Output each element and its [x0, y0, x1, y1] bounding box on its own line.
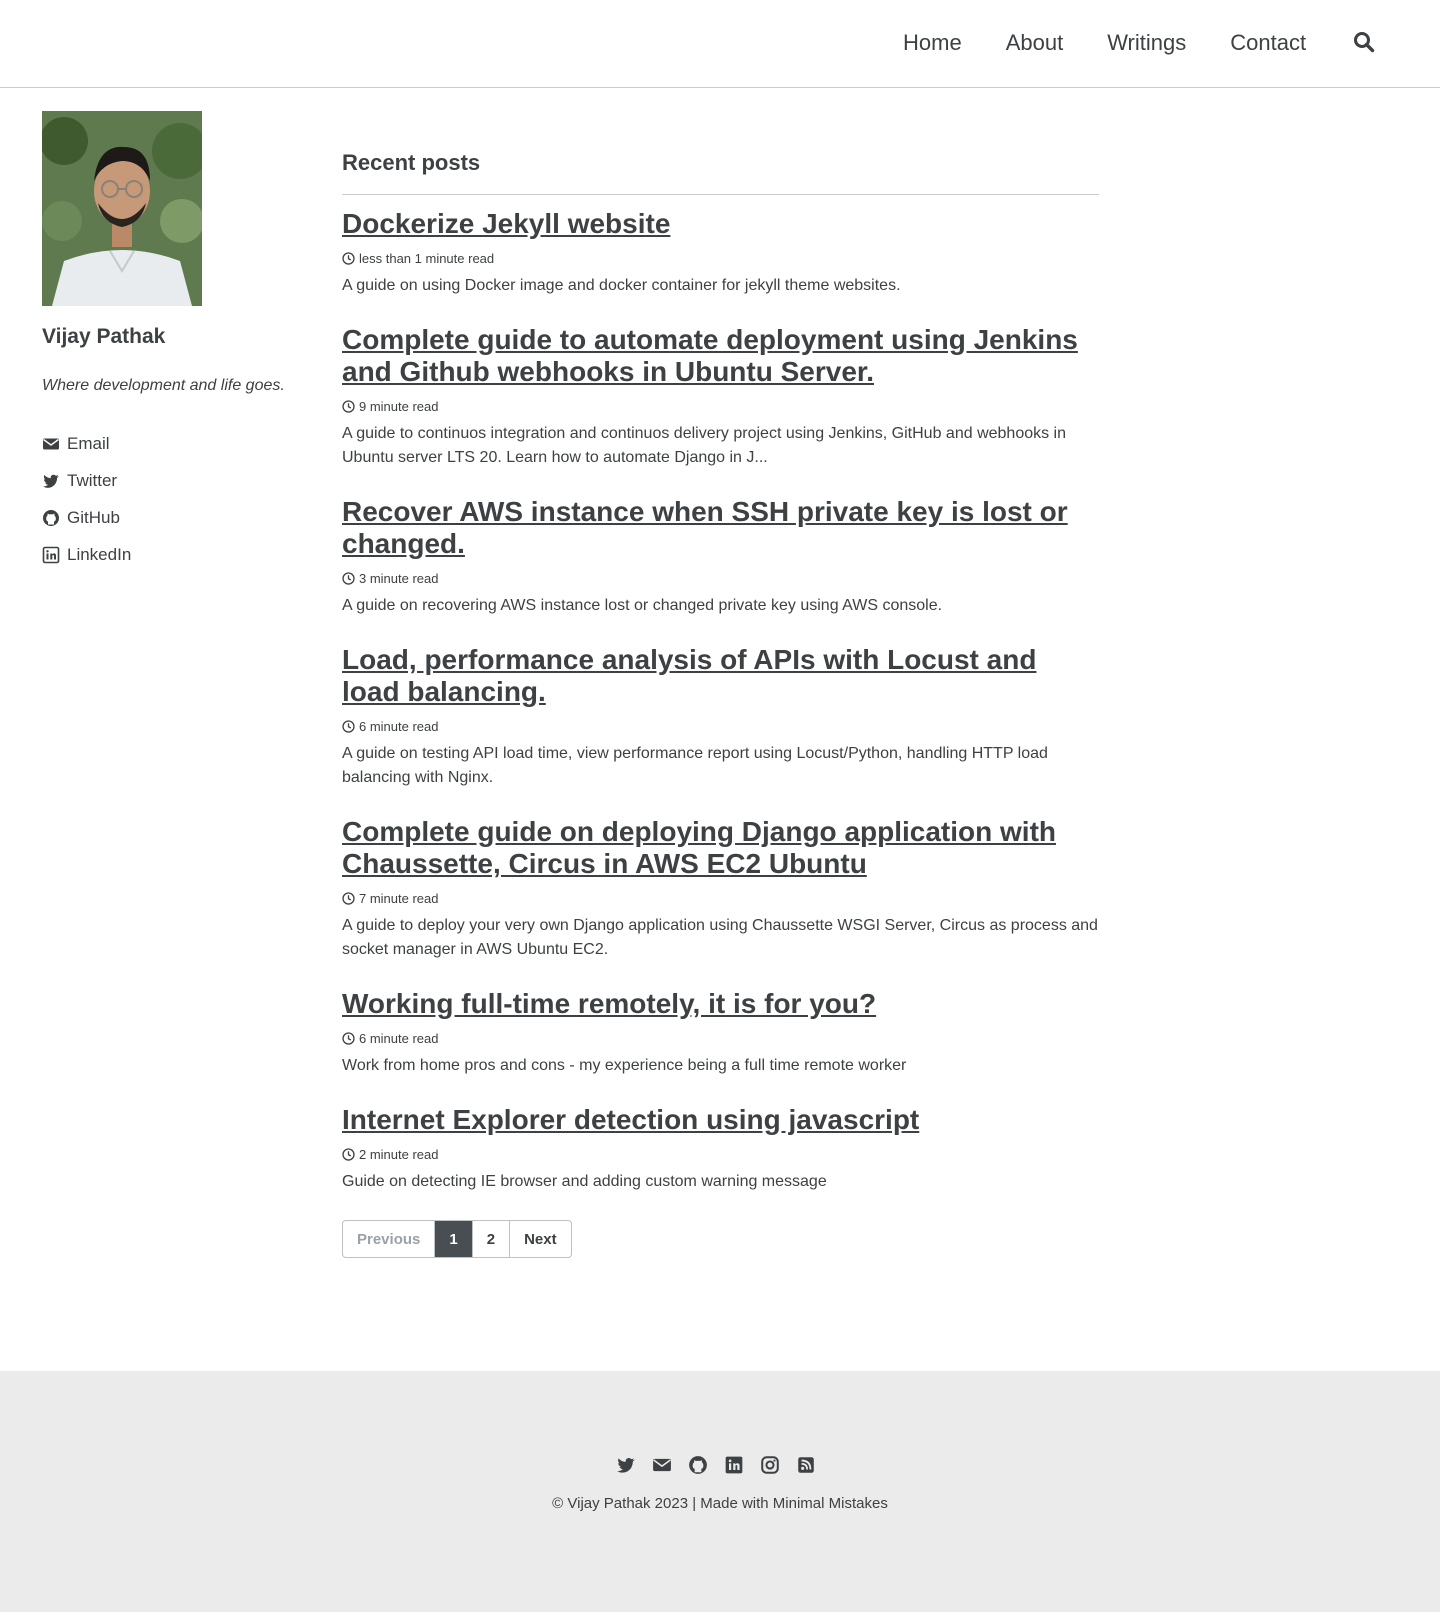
post-meta: 6 minute read	[342, 1031, 1099, 1046]
pagination-next[interactable]: Next	[510, 1221, 571, 1257]
post-meta: 3 minute read	[342, 571, 1099, 586]
page-footer: © Vijay Pathak 2023 | Made with Minimal …	[0, 1371, 1440, 1612]
author-sidebar: Vijay Pathak Where development and life …	[42, 111, 302, 573]
clock-icon	[342, 1148, 355, 1161]
post-meta: 7 minute read	[342, 891, 1099, 906]
read-time: 3 minute read	[359, 571, 439, 586]
post-excerpt: Guide on detecting IE browser and adding…	[342, 1173, 827, 1190]
avatar[interactable]	[42, 111, 302, 306]
clock-icon	[342, 892, 355, 905]
nav-contact[interactable]: Contact	[1230, 30, 1306, 56]
rss-icon[interactable]	[796, 1455, 816, 1475]
post-title-link[interactable]: Recover AWS instance when SSH private ke…	[342, 496, 1099, 560]
pagination: Previous 1 2 Next	[342, 1220, 572, 1258]
clock-icon	[342, 252, 355, 265]
author-link-label: GitHub	[67, 507, 120, 527]
instagram-icon[interactable]	[760, 1455, 780, 1475]
author-link-label: Email	[67, 433, 110, 453]
post-meta: less than 1 minute read	[342, 251, 1099, 266]
clock-icon	[342, 400, 355, 413]
post-item: Internet Explorer detection using javasc…	[342, 1104, 1099, 1194]
post-excerpt: A guide to deploy your very own Django a…	[342, 917, 1098, 958]
post-excerpt: A guide to continuos integration and con…	[342, 425, 1067, 466]
pagination-page-2[interactable]: 2	[473, 1221, 511, 1257]
section-title: Recent posts	[342, 150, 481, 175]
twitter-icon[interactable]	[616, 1455, 636, 1475]
nav-about[interactable]: About	[1006, 30, 1064, 56]
post-excerpt: A guide on testing API load time, view p…	[342, 745, 1048, 786]
search-icon[interactable]	[1353, 31, 1375, 53]
linkedin-icon[interactable]	[724, 1455, 744, 1475]
post-title-link[interactable]: Internet Explorer detection using javasc…	[342, 1104, 1099, 1136]
nav-writings[interactable]: Writings	[1107, 30, 1186, 56]
copyright-text: © Vijay Pathak 2023 | Made with Minimal …	[552, 1495, 888, 1512]
pagination-previous[interactable]: Previous	[343, 1221, 436, 1257]
author-link-github[interactable]: GitHub	[42, 499, 302, 536]
author-link-email[interactable]: Email	[42, 425, 302, 462]
post-meta: 6 minute read	[342, 719, 1099, 734]
author-bio: Where development and life goes.	[42, 377, 285, 394]
author-link-linkedin[interactable]: LinkedIn	[42, 536, 302, 573]
nav-home[interactable]: Home	[903, 30, 962, 56]
read-time: 7 minute read	[359, 891, 439, 906]
author-links: Email Twitter GitHub LinkedIn	[42, 425, 302, 573]
envelope-icon	[42, 435, 60, 453]
read-time: 2 minute read	[359, 1147, 439, 1162]
post-title-link[interactable]: Load, performance analysis of APIs with …	[342, 644, 1099, 708]
post-item: Working full-time remotely, it is for yo…	[342, 988, 1099, 1078]
github-icon	[42, 509, 60, 527]
post-item: Dockerize Jekyll website less than 1 min…	[342, 208, 1099, 298]
read-time: 6 minute read	[359, 719, 439, 734]
clock-icon	[342, 1032, 355, 1045]
section-divider	[342, 194, 1099, 195]
post-title-link[interactable]: Dockerize Jekyll website	[342, 208, 1099, 240]
main-content: Recent posts Dockerize Jekyll website le…	[342, 148, 1099, 1220]
post-meta: 2 minute read	[342, 1147, 1099, 1162]
linkedin-icon	[42, 546, 60, 564]
clock-icon	[342, 720, 355, 733]
post-title-link[interactable]: Working full-time remotely, it is for yo…	[342, 988, 1099, 1020]
post-item: Complete guide to automate deployment us…	[342, 324, 1099, 470]
post-item: Recover AWS instance when SSH private ke…	[342, 496, 1099, 618]
author-link-label: LinkedIn	[67, 544, 132, 564]
post-meta: 9 minute read	[342, 399, 1099, 414]
read-time: less than 1 minute read	[359, 251, 495, 266]
envelope-icon[interactable]	[652, 1455, 672, 1475]
read-time: 9 minute read	[359, 399, 439, 414]
github-icon[interactable]	[688, 1455, 708, 1475]
post-title-link[interactable]: Complete guide to automate deployment us…	[342, 324, 1099, 388]
post-item: Complete guide on deploying Django appli…	[342, 816, 1099, 962]
post-item: Load, performance analysis of APIs with …	[342, 644, 1099, 790]
main-nav: Home About Writings Contact	[903, 30, 1350, 56]
footer-social-links	[616, 1455, 832, 1475]
pagination-page-1[interactable]: 1	[435, 1221, 473, 1257]
clock-icon	[342, 572, 355, 585]
post-excerpt: Work from home pros and cons - my experi…	[342, 1057, 907, 1074]
author-link-label: Twitter	[67, 470, 118, 490]
post-excerpt: A guide on using Docker image and docker…	[342, 277, 901, 294]
post-title-link[interactable]: Complete guide on deploying Django appli…	[342, 816, 1099, 880]
twitter-icon	[42, 472, 60, 490]
masthead: Home About Writings Contact	[0, 0, 1440, 88]
author-link-twitter[interactable]: Twitter	[42, 462, 302, 499]
read-time: 6 minute read	[359, 1031, 439, 1046]
author-name: Vijay Pathak	[42, 325, 166, 348]
post-excerpt: A guide on recovering AWS instance lost …	[342, 597, 943, 614]
